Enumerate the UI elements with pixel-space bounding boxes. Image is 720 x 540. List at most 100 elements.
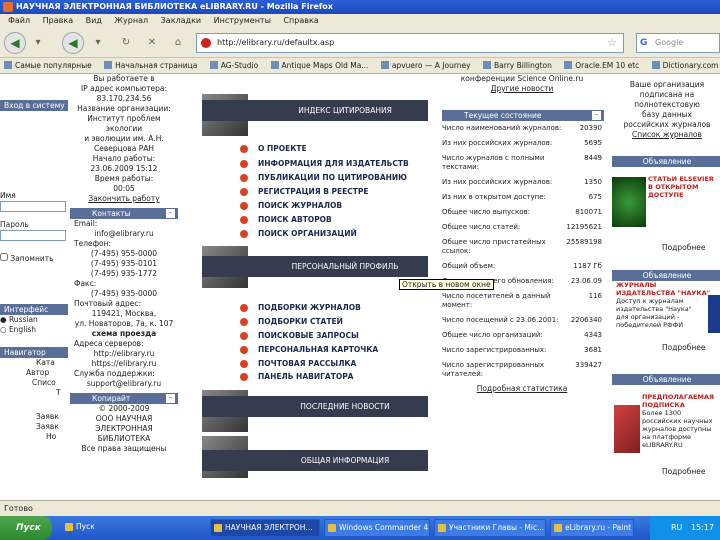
taskbar-item-word[interactable]: Участники Главы - Mic... (434, 519, 546, 537)
minimize-icon[interactable]: – (166, 394, 175, 403)
minimize-icon[interactable]: – (592, 111, 601, 120)
bookmark-item[interactable]: Antique Maps Old Ma... (270, 61, 368, 70)
menu-bookmarks[interactable]: Закладки (161, 16, 201, 25)
more-news-link[interactable]: Другие новости (442, 84, 602, 94)
dropdown-icon[interactable]: ▾ (90, 36, 106, 50)
logout-link[interactable]: Закончить работу (70, 194, 178, 204)
reload-icon[interactable]: ↻ (118, 36, 134, 50)
menu-link[interactable]: ПОЧТОВАЯ РАССЫЛКА (239, 359, 356, 369)
support-email[interactable]: support@elibrary.ru (70, 379, 178, 389)
contact-row: 119421, Москва, (91, 309, 157, 318)
language-indicator[interactable]: RU (671, 523, 682, 532)
menu-link[interactable]: ИНФОРМАЦИЯ ДЛЯ ИЗДАТЕЛЬСТВ (240, 159, 409, 169)
menu-bar: Файл Правка Вид Журнал Закладки Инструме… (0, 14, 720, 28)
server-link[interactable]: https://elibrary.ru (70, 359, 178, 369)
menu-link[interactable]: ПОИСК АВТОРОВ (240, 215, 332, 225)
bookmark-item[interactable]: AG-Studio (209, 61, 258, 70)
contact-email[interactable]: info@elibrary.ru (70, 229, 178, 239)
window-title: НАУЧНАЯ ЭЛЕКТРОННАЯ БИБЛИОТЕКА eLIBRARY.… (16, 2, 333, 11)
menu-edit[interactable]: Правка (43, 16, 73, 25)
menu-link[interactable]: ПЕРСОНАЛЬНАЯ КАРТОЧКА (239, 345, 378, 355)
server-link[interactable]: http://elibrary.ru (70, 349, 178, 359)
section-title[interactable]: ИНДЕКС ЦИТИРОВАНИЯ (202, 100, 428, 121)
ad-header: Объявление (612, 270, 720, 281)
right-column: Ваше организация подписана на полнотекст… (612, 74, 720, 500)
taskbar-item-firefox[interactable]: НАУЧНАЯ ЭЛЕКТРОН... (210, 519, 320, 537)
dropdown-icon[interactable]: ▾ (30, 36, 46, 50)
stat-row: Общее число пристатейных ссылок: 25589198 (442, 238, 602, 255)
menu-link[interactable]: О ПРОЕКТЕ (240, 144, 307, 154)
lang-english[interactable]: ○ English (0, 325, 68, 335)
side-item[interactable]: Списо (0, 378, 68, 388)
menu-link[interactable]: РЕГИСТРАЦИЯ В РЕЕСТРЕ (240, 187, 369, 197)
stat-row: Число посетителей в данный момент: 116 (442, 292, 602, 309)
quicklaunch-item[interactable]: Пуск (62, 519, 96, 537)
menu-link[interactable]: ПОИСКОВЫЕ ЗАПРОСЫ (240, 331, 359, 341)
stat-row: Из них российских журналов: 1350 (442, 178, 602, 186)
menu-link[interactable]: ПОИСК ЖУРНАЛОВ (239, 201, 342, 211)
taskbar-item-paint[interactable]: eLibrary.ru - Paint (550, 519, 634, 537)
section-title[interactable]: ПОСЛЕДНИЕ НОВОСТИ (202, 396, 428, 417)
password-input[interactable] (0, 230, 66, 241)
journal-list-link[interactable]: Список журналов (612, 130, 720, 140)
menu-link[interactable]: ПОДБОРКИ СТАТЕЙ (240, 317, 343, 327)
journals-image (614, 405, 640, 453)
section-title[interactable]: ОБЩАЯ ИНФОРМАЦИЯ (202, 450, 428, 471)
menu-tools[interactable]: Инструменты (214, 16, 271, 25)
taskbar-item-commander[interactable]: Windows Commander 4... (324, 519, 430, 537)
side-item[interactable]: Но (0, 432, 68, 442)
stop-icon[interactable]: ✕ (144, 36, 160, 50)
detailed-stats-link[interactable]: Подробная статистика (442, 384, 602, 394)
menu-file[interactable]: Файл (8, 16, 30, 25)
bookmark-item[interactable]: Начальная страница (104, 61, 197, 70)
bookmark-item[interactable]: Dictionary.com (651, 61, 718, 70)
page-content: Вход в систему Имя Пароль Запомнить Инте… (0, 74, 720, 500)
ad-more-link[interactable]: Подробнее (612, 467, 720, 477)
address-bar[interactable]: http://elibrary.ru/defaultx.asp ☆ (196, 33, 624, 53)
ad-title[interactable]: СТАТЬИ ELSEVIER В ОТКРЫТОМ ДОСТУПЕ (648, 175, 714, 199)
stats-header: Текущее состояние – (442, 110, 604, 121)
menu-help[interactable]: Справка (283, 16, 318, 25)
menu-link[interactable]: ПОИСК ОРГАНИЗАЦИЙ (240, 229, 357, 239)
menu-view[interactable]: Вид (86, 16, 102, 25)
lang-russian[interactable]: ● Russian (0, 315, 68, 325)
news-note: конференции Science Online.ru (460, 74, 584, 83)
remember-checkbox[interactable] (0, 253, 8, 261)
ad-body[interactable]: ПРЕДПОЛАГАЕМАЯ ПОДПИСКА Более 1300 росси… (612, 385, 720, 467)
search-placeholder: Google (655, 38, 684, 47)
side-item[interactable]: Ката (0, 358, 68, 368)
menu-history[interactable]: Журнал (114, 16, 148, 25)
navigation-toolbar: ◀ ▾ ◀ ▾ ↻ ✕ ⌂ http://elibrary.ru/default… (0, 28, 720, 58)
back-arrow-icon[interactable]: ◀ (62, 32, 84, 54)
star-icon[interactable]: ☆ (607, 34, 617, 52)
ad-nauka: Объявление ЖУРНАЛЫ ИЗДАТЕЛЬСТВА "НАУКА" … (612, 270, 720, 353)
login-input[interactable] (0, 201, 66, 212)
contact-row: (7-495) 935-0000 (90, 289, 158, 298)
bookmark-item[interactable]: apvuero — A Journey (380, 61, 471, 70)
contact-row: Адреса серверов: (74, 339, 144, 348)
ad-body[interactable]: ЖУРНАЛЫ ИЗДАТЕЛЬСТВА "НАУКА" Доступ к жу… (612, 281, 720, 343)
home-icon[interactable]: ⌂ (170, 36, 186, 50)
bookmark-item[interactable]: Barry Billington (483, 61, 552, 70)
contact-row: (7-495) 935-0101 (90, 259, 158, 268)
ad-more-link[interactable]: Подробнее (612, 343, 720, 353)
side-item[interactable]: Автор (0, 368, 68, 378)
back-arrow-icon[interactable]: ◀ (4, 32, 26, 54)
bookmark-icon (483, 61, 491, 69)
menu-link[interactable]: ПОДБОРКИ ЖУРНАЛОВ (240, 303, 361, 313)
ad-more-link[interactable]: Подробнее (612, 243, 720, 253)
minimize-icon[interactable]: – (166, 209, 175, 218)
search-input[interactable]: G Google (636, 33, 720, 53)
bookmark-item[interactable]: Самые популярные (4, 61, 92, 70)
map-link[interactable]: схема проезда (70, 329, 178, 339)
start-button[interactable]: Пуск (0, 516, 52, 540)
side-item[interactable]: Т (0, 388, 68, 398)
google-icon: G (640, 38, 648, 48)
menu-link[interactable]: ПАНЕЛЬ НАВИГАТОРА (240, 372, 354, 382)
session-row: 00:05 (113, 184, 135, 193)
section-title[interactable]: ПЕРСОНАЛЬНЫЙ ПРОФИЛЬ (202, 256, 428, 277)
menu-link[interactable]: ПУБЛИКАЦИИ ПО ЦИТИРОВАНИЮ (240, 173, 407, 183)
side-item[interactable]: Заявк (0, 422, 68, 432)
side-item[interactable]: Заявк (0, 412, 68, 422)
bookmark-item[interactable]: Oracle.EM 10 etc (564, 61, 639, 70)
